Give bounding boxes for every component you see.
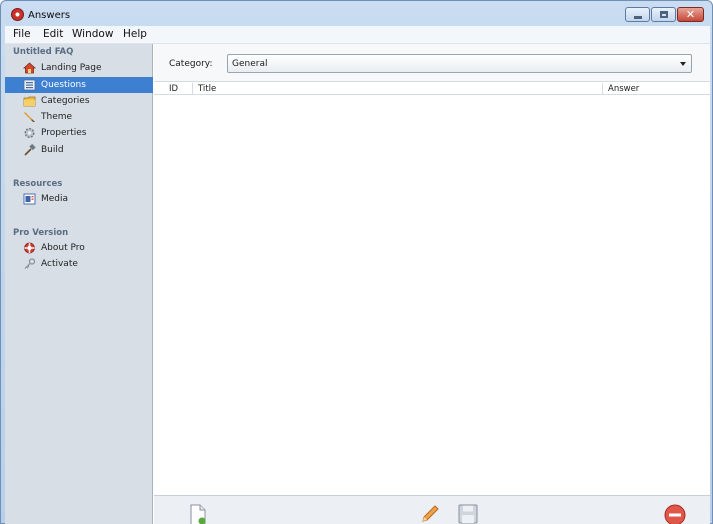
menu-edit[interactable]: Edit: [43, 28, 63, 40]
sidebar-item-properties[interactable]: Properties: [5, 125, 153, 141]
sidebar: Untitled FAQ Landing Page Questions Cate…: [5, 44, 153, 524]
sidebar-item-label: Questions: [41, 80, 86, 90]
client-area: Untitled FAQ Landing Page Questions Cate…: [5, 43, 710, 524]
sidebar-item-about-pro[interactable]: About Pro: [5, 240, 153, 256]
bottom-toolbar: [154, 495, 710, 524]
window-controls: ✕: [625, 7, 704, 22]
home-icon: [23, 62, 36, 74]
window-title: Answers: [28, 10, 71, 21]
title-bar[interactable]: Answers ✕: [1, 1, 712, 25]
menu-file[interactable]: File: [13, 28, 31, 40]
minimize-icon: [633, 15, 642, 19]
new-document-icon[interactable]: [189, 504, 207, 524]
sidebar-item-label: Landing Page: [41, 63, 102, 73]
menu-help[interactable]: Help: [123, 28, 147, 40]
column-header-answer[interactable]: Answer: [608, 84, 639, 94]
maximize-button[interactable]: [651, 7, 676, 22]
maximize-icon: [659, 11, 668, 18]
sidebar-item-categories[interactable]: Categories: [5, 93, 153, 109]
column-header-title[interactable]: Title: [198, 84, 216, 94]
sidebar-item-media[interactable]: Media: [5, 191, 153, 207]
main-panel: Category: General ID Title Answer: [154, 44, 710, 524]
brush-icon: [24, 112, 35, 122]
column-divider[interactable]: [192, 83, 193, 94]
sidebar-item-label: Theme: [41, 112, 73, 122]
sidebar-item-activate[interactable]: Activate: [5, 256, 153, 272]
delete-icon[interactable]: [664, 504, 686, 524]
column-header-id[interactable]: ID: [169, 84, 178, 94]
sidebar-item-label: About Pro: [41, 243, 85, 253]
sidebar-item-theme[interactable]: Theme: [5, 109, 153, 125]
category-label: Category:: [169, 59, 213, 69]
close-button[interactable]: ✕: [677, 7, 704, 22]
menu-bar: File Edit Window Help: [5, 26, 710, 43]
category-dropdown[interactable]: General: [227, 54, 692, 73]
folder-icon: [23, 96, 36, 107]
media-icon: [23, 193, 36, 205]
close-icon: ✕: [685, 8, 696, 21]
gear-icon: [24, 127, 35, 139]
questions-table-body[interactable]: [154, 96, 710, 495]
sidebar-item-label: Activate: [41, 259, 78, 269]
table-header: ID Title Answer: [154, 81, 710, 95]
list-icon: [23, 79, 36, 91]
lifebuoy-icon: [11, 8, 24, 21]
sidebar-item-label: Properties: [41, 128, 87, 138]
edit-pencil-icon[interactable]: [420, 504, 440, 524]
category-bar: Category: General: [154, 44, 710, 84]
sidebar-item-questions[interactable]: Questions: [5, 77, 153, 93]
menu-window[interactable]: Window: [72, 28, 113, 40]
key-icon: [24, 258, 36, 269]
sidebar-item-label: Media: [41, 194, 69, 204]
minimize-button[interactable]: [625, 7, 650, 22]
group-label-pro-version: Pro Version: [13, 228, 69, 238]
column-divider[interactable]: [602, 83, 603, 94]
category-value: General: [232, 59, 268, 69]
sidebar-item-landing-page[interactable]: Landing Page: [5, 60, 153, 76]
hammer-icon: [24, 144, 36, 156]
save-disk-icon[interactable]: [458, 504, 478, 524]
sidebar-item-build[interactable]: Build: [5, 142, 153, 158]
group-label-untitled-faq: Untitled FAQ: [13, 47, 74, 57]
sidebar-item-label: Build: [41, 145, 64, 155]
lifebuoy-icon: [24, 242, 35, 254]
app-window: Answers ✕ File Edit Window Help Untitled…: [0, 0, 713, 524]
group-label-resources: Resources: [13, 179, 63, 189]
sidebar-item-label: Categories: [41, 96, 90, 106]
chevron-down-icon: [680, 62, 686, 66]
